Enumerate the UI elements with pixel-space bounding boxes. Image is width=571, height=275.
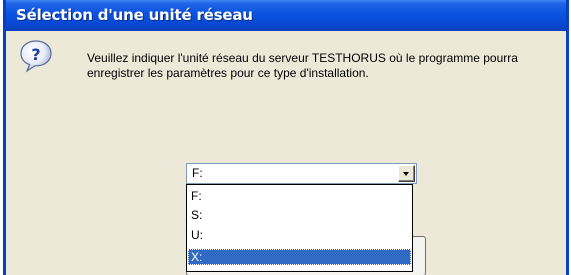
drive-dropdown-list[interactable]: F: S: U: X: [186,184,413,272]
svg-text:?: ? [31,45,40,64]
dropdown-option-f[interactable]: F: [188,188,411,204]
dropdown-toggle-button[interactable] [398,165,415,182]
question-icon: ? [20,40,52,73]
chevron-down-icon [403,172,409,176]
dialog-window: Sélection d'une unité réseau ? Veuillez … [3,0,569,275]
dropdown-option-x[interactable]: X: [188,249,411,265]
dropdown-option-s[interactable]: S: [188,207,411,223]
dropdown-option-u[interactable]: U: [188,227,411,243]
network-drive-select[interactable]: F: [186,163,417,184]
dialog-message: Veuillez indiquer l'unité réseau du serv… [87,51,518,80]
title-bar[interactable]: Sélection d'une unité réseau [6,0,566,31]
selected-drive: F: [192,166,203,180]
dialog-title: Sélection d'une unité réseau [16,6,253,24]
